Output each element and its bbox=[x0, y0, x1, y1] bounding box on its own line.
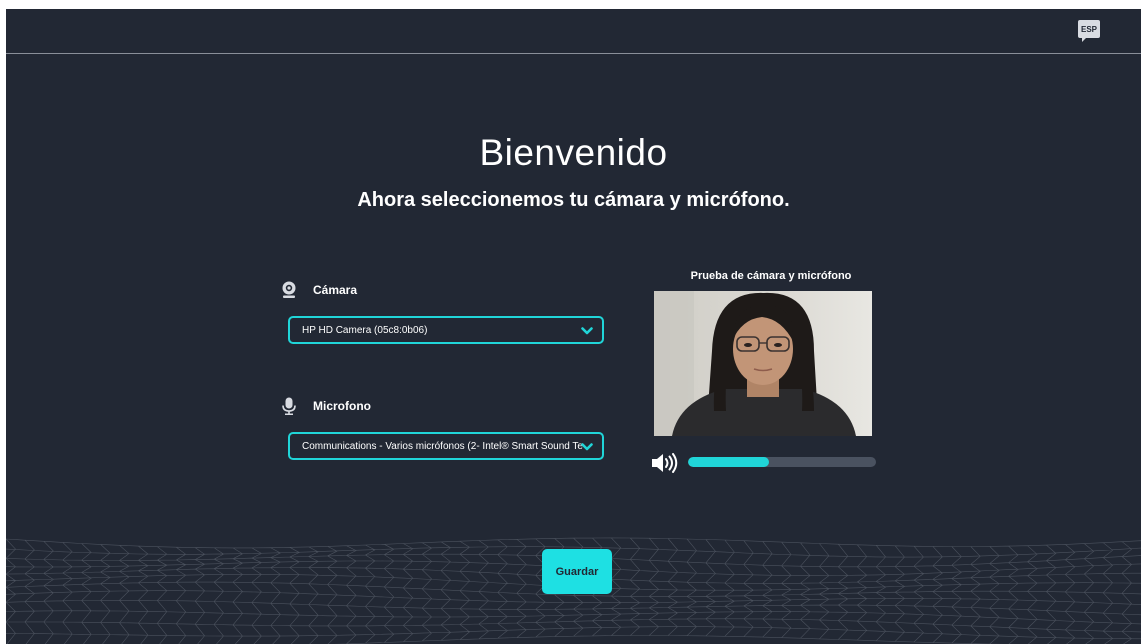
camera-preview bbox=[654, 291, 872, 436]
microphone-selected-value: Communications - Varios micrófonos (2- I… bbox=[302, 440, 583, 452]
chevron-down-icon bbox=[581, 327, 593, 335]
camera-video-feed bbox=[654, 291, 872, 436]
camera-field-label: Cámara bbox=[280, 281, 357, 299]
mic-level-fill bbox=[688, 457, 769, 467]
top-bar: ESP bbox=[6, 9, 1141, 54]
microphone-label: Microfono bbox=[313, 399, 371, 413]
language-label: ESP bbox=[1080, 24, 1097, 34]
microphone-field-label: Microfono bbox=[280, 397, 371, 415]
microphone-select[interactable]: Communications - Varios micrófonos (2- I… bbox=[288, 432, 604, 460]
camera-select[interactable]: HP HD Camera (05c8:0b06) bbox=[288, 316, 604, 344]
page-subtitle: Ahora seleccionemos tu cámara y micrófon… bbox=[357, 189, 790, 211]
speaker-icon[interactable] bbox=[651, 453, 679, 473]
language-selector[interactable]: ESP bbox=[1078, 20, 1100, 42]
mic-level-meter bbox=[688, 457, 876, 467]
app-screen: ESP Bienvenido Ahora seleccionemos tu cá… bbox=[6, 9, 1141, 644]
camera-selected-value: HP HD Camera (05c8:0b06) bbox=[302, 324, 428, 336]
camera-label: Cámara bbox=[313, 283, 358, 297]
page-title: Bienvenido bbox=[479, 132, 668, 173]
chevron-down-icon bbox=[581, 443, 593, 451]
webcam-icon bbox=[282, 281, 296, 298]
preview-title: Prueba de cámara y micrófono bbox=[690, 270, 852, 282]
save-button-label: Guardar bbox=[555, 565, 599, 578]
microphone-icon bbox=[282, 397, 296, 415]
save-button[interactable]: Guardar bbox=[542, 549, 612, 594]
